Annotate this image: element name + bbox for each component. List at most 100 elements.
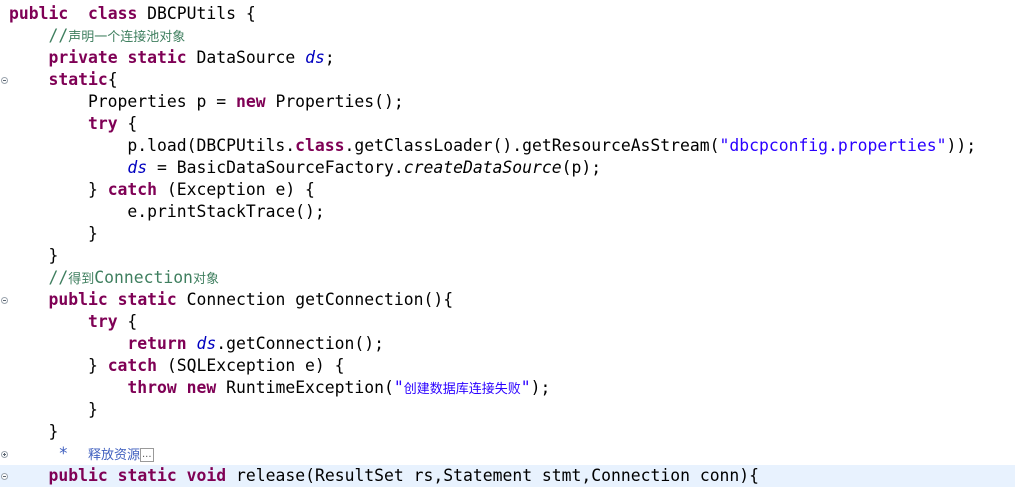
static-method-call: createDataSource	[403, 158, 562, 177]
keyword: class	[87, 4, 138, 23]
fold-collapse-icon[interactable]	[1, 473, 8, 480]
code-line-content: * 释放资源...	[9, 443, 154, 467]
field-reference: ds	[196, 334, 217, 353]
code-line[interactable]: public static void release(ResultSet rs,…	[0, 465, 1015, 487]
code-line-content: throw new RuntimeException("创建数据库连接失败");	[9, 377, 550, 401]
keyword: private	[48, 48, 118, 67]
code-line[interactable]: }	[0, 245, 1015, 267]
keyword: new	[186, 378, 217, 397]
code-line[interactable]: try {	[0, 311, 1015, 333]
code-line[interactable]: throw new RuntimeException("创建数据库连接失败");	[0, 377, 1015, 399]
code-line[interactable]: //声明一个连接池对象	[0, 25, 1015, 47]
code-line-content: }	[9, 245, 58, 267]
fold-collapse-icon[interactable]	[1, 297, 8, 304]
keyword: public	[48, 466, 108, 485]
code-line[interactable]: //得到Connection对象	[0, 267, 1015, 289]
code-line-content: private static DataSource ds;	[9, 47, 335, 69]
string-literal: "创建数据库连接失败"	[393, 378, 531, 397]
code-line[interactable]: return ds.getConnection();	[0, 333, 1015, 355]
code-text: e.printStackTrace();	[9, 202, 325, 221]
code-line[interactable]: }	[0, 399, 1015, 421]
code-text: }	[9, 180, 108, 199]
code-text: }	[9, 356, 108, 375]
code-text: }	[9, 224, 98, 243]
code-text: (SQLException e) {	[157, 356, 345, 375]
code-text: {	[117, 114, 138, 133]
keyword: catch	[107, 180, 158, 199]
code-line[interactable]: } catch (Exception e) {	[0, 179, 1015, 201]
code-line-content: ds = BasicDataSourceFactory.createDataSo…	[9, 157, 601, 179]
code-text: DBCPUtils {	[137, 4, 256, 23]
code-text: = BasicDataSourceFactory.	[147, 158, 404, 177]
code-text: ;	[324, 48, 335, 67]
code-text: DataSource	[186, 48, 306, 67]
collapsed-javadoc-marker[interactable]: ...	[139, 447, 154, 462]
code-text: );	[530, 378, 551, 397]
code-line[interactable]: Properties p = new Properties();	[0, 91, 1015, 113]
keyword: static	[117, 290, 177, 309]
code-line[interactable]: p.load(DBCPUtils.class.getClassLoader().…	[0, 135, 1015, 157]
string-literal: "dbcpconfig.properties"	[719, 136, 947, 155]
code-line[interactable]: private static DataSource ds;	[0, 47, 1015, 69]
code-line[interactable]: static{	[0, 69, 1015, 91]
code-line[interactable]: public static Connection getConnection()…	[0, 289, 1015, 311]
fold-expand-icon[interactable]	[1, 451, 8, 458]
comment: //得到Connection对象	[48, 268, 219, 287]
code-editor[interactable]: public class DBCPUtils { //声明一个连接池对象 pri…	[0, 0, 1015, 488]
keyword: static	[48, 70, 108, 89]
code-line-content: return ds.getConnection();	[9, 333, 384, 355]
field-reference: ds	[305, 48, 325, 67]
fold-collapse-icon[interactable]	[1, 77, 8, 84]
code-text: {	[117, 312, 138, 331]
code-line-content: }	[9, 421, 58, 443]
keyword: try	[87, 114, 118, 133]
keyword: public	[9, 4, 69, 23]
keyword: throw	[127, 378, 177, 397]
code-line[interactable]: ds = BasicDataSourceFactory.createDataSo…	[0, 157, 1015, 179]
code-line[interactable]: }	[0, 421, 1015, 443]
code-text: .getConnection();	[216, 334, 385, 353]
code-line-content: public class DBCPUtils {	[9, 3, 256, 25]
code-text: Connection getConnection(){	[176, 290, 454, 309]
keyword: public	[48, 290, 108, 309]
javadoc-text: *	[58, 444, 69, 463]
keyword: return	[127, 334, 187, 353]
code-line[interactable]: }	[0, 223, 1015, 245]
code-text: Properties p =	[9, 92, 236, 111]
javadoc-text: 释放资源	[87, 448, 140, 463]
keyword: static	[117, 466, 177, 485]
code-line[interactable]: e.printStackTrace();	[0, 201, 1015, 223]
code-line[interactable]: try {	[0, 113, 1015, 135]
code-text: (p);	[561, 158, 602, 177]
keyword: static	[127, 48, 187, 67]
code-line[interactable]: * 释放资源...	[0, 443, 1015, 465]
keyword: new	[235, 92, 266, 111]
code-line-content: }	[9, 399, 98, 421]
code-line[interactable]: public class DBCPUtils {	[0, 3, 1015, 25]
code-line-content: } catch (SQLException e) {	[9, 355, 345, 377]
code-text: (Exception e) {	[157, 180, 315, 199]
keyword: catch	[107, 356, 158, 375]
code-text: .getClassLoader().getResourceAsStream(	[344, 136, 720, 155]
keyword: void	[186, 466, 227, 485]
code-line[interactable]: } catch (SQLException e) {	[0, 355, 1015, 377]
code-line-content: public static void release(ResultSet rs,…	[9, 465, 759, 487]
code-text: }	[9, 422, 59, 441]
keyword: class	[295, 136, 345, 155]
